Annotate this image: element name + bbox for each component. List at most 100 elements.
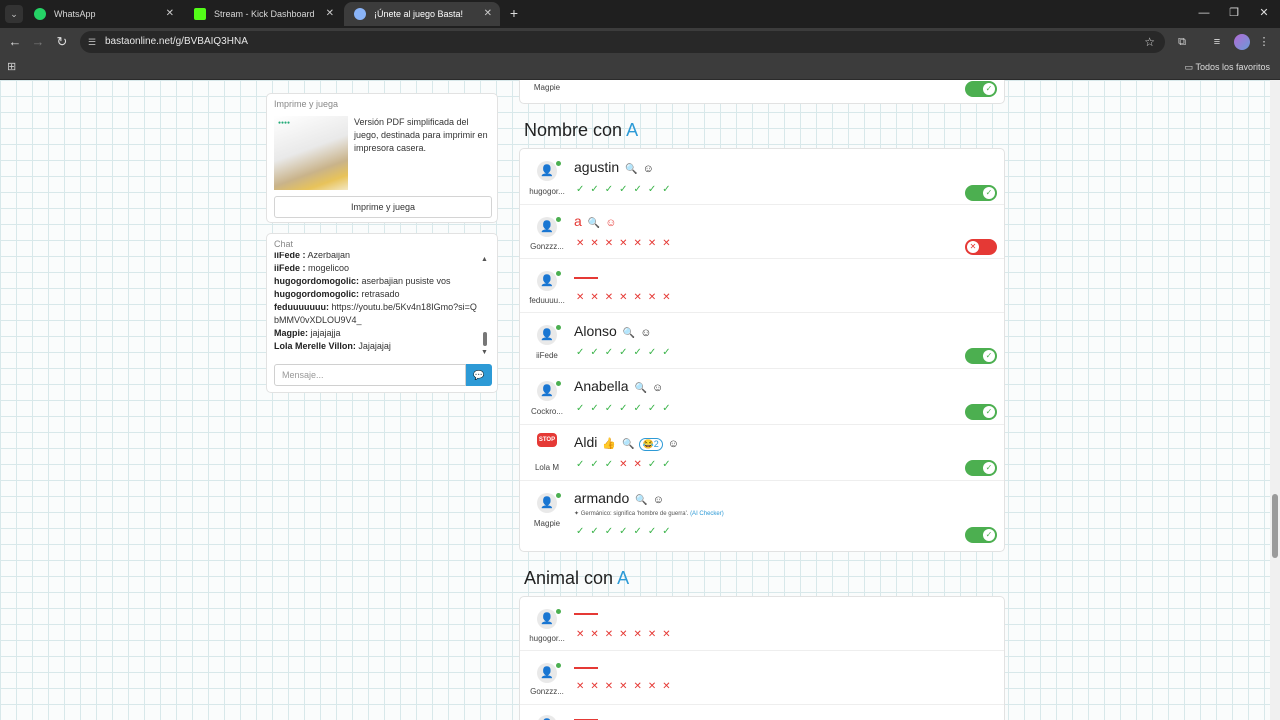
new-tab-button[interactable]: +: [504, 3, 524, 23]
print-preview-image[interactable]: ●●●●: [274, 116, 348, 190]
approve-toggle[interactable]: ✓: [965, 185, 997, 201]
all-bookmarks[interactable]: ▭ Todos los favoritos: [1185, 56, 1270, 78]
window-close-icon[interactable]: ✕: [1249, 3, 1279, 23]
check-icon: ✓: [983, 83, 995, 95]
chat-scrollbar[interactable]: ▲ ▼: [481, 256, 489, 356]
validation-marks: ✓✓✓✓✓✓✓: [576, 80, 677, 82]
chat-messages[interactable]: iiFede : Azerbaijan iiFede : mogelicoo h…: [274, 252, 494, 360]
tab-whatsapp[interactable]: WhatsApp ✕: [24, 2, 182, 26]
user-avatar-icon: 👤: [537, 715, 557, 720]
tab-title: WhatsApp: [54, 9, 96, 19]
media-icon[interactable]: ≡: [1207, 32, 1227, 52]
reload-icon[interactable]: ↻: [52, 32, 72, 52]
check-icon: ✓: [983, 529, 995, 541]
send-message-button[interactable]: 💬: [466, 364, 492, 386]
add-reaction-icon[interactable]: ☺: [640, 327, 651, 339]
answer-row: 👤 iiFede Alonso 🔍 ☺ ✓✓✓✓✓✓✓ ✓: [520, 313, 1004, 369]
search-icon[interactable]: 🔍: [588, 218, 600, 229]
scroll-down-icon[interactable]: ▼: [481, 349, 488, 356]
whatsapp-icon: [34, 8, 46, 20]
forward-icon[interactable]: →: [28, 32, 48, 52]
search-icon[interactable]: 🔍: [622, 439, 634, 450]
print-and-play-button[interactable]: Imprime y juega: [274, 196, 492, 218]
chat-scroll-thumb[interactable]: [483, 332, 487, 346]
answer-row: 👤 Gonzzz... a 🔍 ☺ ✕✕✕✕✕✕✕ ✕: [520, 205, 1004, 259]
add-reaction-icon[interactable]: ☺: [653, 494, 664, 506]
chat-message: hugogordomogolic: aserbajian pusiste vos: [274, 276, 451, 286]
user-avatar-icon: 👤: [537, 381, 561, 401]
search-icon[interactable]: 🔍: [625, 164, 637, 175]
menu-icon[interactable]: ⋮: [1254, 32, 1274, 52]
user-avatar-icon: 👤: [537, 493, 561, 513]
approve-toggle[interactable]: ✓: [965, 81, 997, 97]
online-indicator: [556, 325, 561, 330]
approve-toggle[interactable]: ✓: [965, 460, 997, 476]
validation-marks: ✓✓✓✓✓✓✓: [576, 526, 677, 537]
user-name: iiFede: [536, 351, 558, 360]
validation-marks: ✓✓✓✓✓✓✓: [576, 403, 677, 414]
chat-message: Magpie: jajajajja: [274, 328, 341, 338]
approve-toggle[interactable]: ✓: [965, 348, 997, 364]
online-indicator: [556, 381, 561, 386]
add-reaction-icon[interactable]: ☺: [605, 217, 616, 229]
answer-row: 👤: [520, 705, 1004, 720]
nombre-answers-card: 👤 hugogor... agustin 🔍 ☺ ✓✓✓✓✓✓✓ ✓ 👤 Gonzz…: [519, 148, 1005, 552]
online-indicator: [556, 663, 561, 668]
check-icon: ✓: [983, 187, 995, 199]
scroll-up-icon[interactable]: ▲: [481, 256, 488, 263]
maximize-icon[interactable]: ❐: [1219, 3, 1249, 23]
bookmarks-bar: ⊞ ▭ Todos los favoritos: [0, 56, 1280, 80]
browser-toolbar: ← → ↻ ☰ bastaonline.net/g/BVBAIQ3HNA ☆ ⧉…: [0, 28, 1280, 56]
validation-marks: ✕✕✕✕✕✕✕: [576, 238, 677, 249]
add-reaction-icon[interactable]: ☺: [668, 438, 679, 450]
tab-kick-dashboard[interactable]: Stream - Kick Dashboard ✕: [184, 2, 342, 26]
answer-row: 👤 Gonzzz... ✕✕✕✕✕✕✕: [520, 651, 1004, 705]
page-scrollbar[interactable]: [1270, 80, 1280, 720]
bookmark-star-icon[interactable]: ☆: [1144, 31, 1155, 53]
user-avatar-icon: 👤: [537, 325, 561, 345]
user-name: Gonzzz...: [530, 242, 564, 251]
site-info-icon[interactable]: ☰: [88, 36, 100, 48]
search-icon[interactable]: 🔍: [635, 495, 647, 506]
add-reaction-icon[interactable]: ☺: [643, 163, 654, 175]
check-icon: ✓: [983, 350, 995, 362]
online-indicator: [556, 493, 561, 498]
approve-toggle[interactable]: ✕: [965, 239, 997, 255]
answer-row: 👤 feduuuu... ✕✕✕✕✕✕✕: [520, 259, 1004, 313]
minimize-icon[interactable]: —: [1189, 3, 1219, 23]
add-reaction-icon[interactable]: ☺: [652, 382, 663, 394]
validation-marks: ✕✕✕✕✕✕✕: [576, 629, 677, 640]
url-text: bastaonline.net/g/BVBAIQ3HNA: [105, 36, 248, 47]
online-indicator: [556, 609, 561, 614]
address-bar[interactable]: ☰ bastaonline.net/g/BVBAIQ3HNA ☆: [80, 31, 1165, 53]
tab-basta[interactable]: ¡Únete al juego Basta! ✕: [344, 2, 500, 26]
answer-row: STOP Lola M Aldi 👍 🔍 😂2 ☺ ✓✓✓✕✕✓✓ ✓: [520, 425, 1004, 481]
user-name: Magpie: [533, 83, 561, 92]
approve-toggle[interactable]: ✓: [965, 527, 997, 543]
search-icon[interactable]: 🔍: [635, 383, 647, 394]
search-icon[interactable]: 🔍: [623, 328, 635, 339]
close-icon[interactable]: ✕: [166, 2, 174, 26]
tab-bar: ⌄ WhatsApp ✕ Stream - Kick Dashboard ✕ ¡…: [0, 0, 1280, 28]
extensions-icon[interactable]: ⧉: [1172, 32, 1192, 52]
profile-avatar[interactable]: [1234, 34, 1250, 50]
empty-answer-dash: [574, 613, 598, 615]
close-icon[interactable]: ✕: [326, 2, 334, 26]
user-name: Lola M: [534, 463, 559, 472]
kick-icon: [194, 8, 206, 20]
laugh-reaction-badge[interactable]: 😂2: [638, 438, 663, 451]
user-avatar-icon: 👤: [537, 161, 561, 181]
check-icon: ✓: [983, 462, 995, 474]
apps-grid-icon[interactable]: ⊞: [7, 60, 16, 73]
tab-search-button[interactable]: ⌄: [5, 5, 23, 23]
user-name: Gonzzz...: [530, 687, 564, 696]
validation-marks: ✓✓✓✕✕✓✓: [576, 459, 677, 470]
approve-toggle[interactable]: ✓: [965, 404, 997, 420]
chat-message-input[interactable]: Mensaje...: [274, 364, 466, 386]
print-card-title: Imprime y juega: [274, 99, 339, 109]
page-scroll-thumb[interactable]: [1272, 494, 1278, 558]
close-icon[interactable]: ✕: [484, 2, 492, 26]
chat-message: iiFede : mogelicoo: [274, 263, 350, 273]
online-indicator: [556, 271, 561, 276]
back-icon[interactable]: ←: [5, 32, 25, 52]
